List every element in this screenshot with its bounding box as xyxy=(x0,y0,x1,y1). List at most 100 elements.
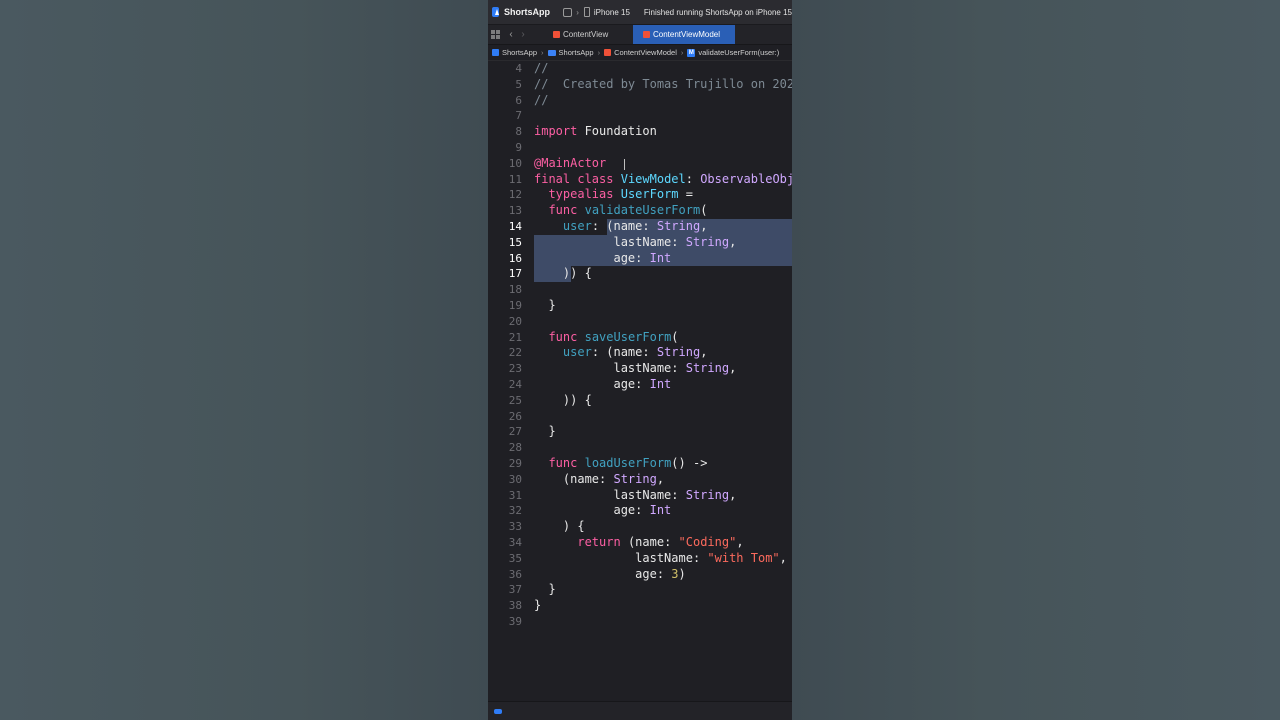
breadcrumb-file[interactable]: ContentViewModel xyxy=(604,48,677,57)
code-line[interactable]: 6 // xyxy=(488,93,792,109)
code-text: age: 3) xyxy=(534,567,686,583)
debug-area-toggle-icon[interactable] xyxy=(494,709,502,714)
code-token: saveUserForm xyxy=(584,329,672,344)
code-line[interactable]: 15 lastName: String, xyxy=(488,235,792,251)
code-line[interactable]: 9 xyxy=(488,140,792,156)
line-number: 28 xyxy=(508,441,522,455)
code-line[interactable]: 32 age: Int xyxy=(488,503,792,519)
line-number: 33 xyxy=(508,520,522,534)
code-line[interactable]: 33 ) { xyxy=(488,519,792,535)
code-line[interactable]: 38} xyxy=(488,598,792,614)
code-line[interactable]: 13 func validateUserForm( xyxy=(488,203,792,219)
code-token: validateUserForm xyxy=(584,203,701,218)
code-token: "with Tom" xyxy=(707,550,780,565)
code-token: String xyxy=(685,361,730,376)
back-arrow-icon[interactable]: ‹ xyxy=(505,29,517,40)
code-line[interactable]: 21 func saveUserForm( xyxy=(488,330,792,346)
line-number: 8 xyxy=(515,125,522,139)
code-text: // xyxy=(534,93,548,109)
code-line[interactable]: 26 xyxy=(488,409,792,425)
code-line[interactable]: 17 )) { xyxy=(488,266,792,282)
code-token: 3 xyxy=(671,566,679,581)
breadcrumb-symbol[interactable]: M validateUserForm(user:) xyxy=(687,48,779,57)
code-token: typealias xyxy=(548,187,614,202)
line-number: 15 xyxy=(508,235,522,249)
code-token: func xyxy=(548,456,578,470)
code-token: loadUserForm xyxy=(584,456,672,470)
code-token: : (name: xyxy=(591,219,657,233)
code-token: ( xyxy=(700,203,708,218)
code-line[interactable]: 34 return (name: "Coding", xyxy=(488,535,792,551)
code-line[interactable]: 19 } xyxy=(488,298,792,314)
code-token: final xyxy=(534,171,571,186)
line-number: 35 xyxy=(508,551,522,565)
swift-file-icon xyxy=(604,49,612,56)
line-number: 29 xyxy=(508,457,522,470)
code-line[interactable]: 37 } xyxy=(488,582,792,598)
tab-contentviewmodel[interactable]: ContentViewModel xyxy=(633,25,735,44)
code-token: class xyxy=(577,171,614,186)
code-line[interactable]: 39 xyxy=(488,614,792,630)
related-items-grid-icon[interactable] xyxy=(491,30,500,39)
code-line[interactable]: 14 user: (name: String, xyxy=(488,219,792,235)
code-line[interactable]: 11 final class ViewModel: ObservableObjec… xyxy=(488,172,792,188)
code-token: // xyxy=(534,61,549,75)
code-line[interactable]: 29 func loadUserForm() -> xyxy=(488,456,792,472)
code-token: age: xyxy=(534,250,650,265)
breadcrumb-symbol-label: validateUserForm(user:) xyxy=(698,48,780,57)
breadcrumb-project[interactable]: ShortsApp xyxy=(488,48,537,57)
code-token: lastName: xyxy=(534,234,686,249)
chevron-right-icon: › xyxy=(597,48,601,57)
code-line[interactable]: 30 (name: String, xyxy=(488,472,792,488)
run-destination[interactable]: › iPhone 15 xyxy=(563,7,644,17)
code-text: age: Int xyxy=(534,251,671,267)
code-text: } xyxy=(534,582,555,598)
code-line[interactable]: 8 import Foundation xyxy=(488,124,792,140)
code-line[interactable]: 25 )) { xyxy=(488,393,792,409)
tab-label: ContentView xyxy=(563,30,609,39)
code-line[interactable]: 12 typealias UserForm = xyxy=(488,187,792,203)
line-number: 25 xyxy=(508,393,522,407)
code-line[interactable]: 23 lastName: String, xyxy=(488,361,792,377)
code-token: : (name: xyxy=(591,345,657,360)
tab-contentview[interactable]: ContentView xyxy=(543,25,633,44)
code-line[interactable]: 7 xyxy=(488,108,792,124)
source-editor[interactable]: 4 // 5 // Created by Tomas Trujillo on 2024… xyxy=(488,61,792,701)
code-line[interactable]: 31 lastName: String, xyxy=(488,488,792,504)
background-right xyxy=(792,0,1280,720)
breadcrumb-project-label: ShortsApp xyxy=(502,48,538,57)
code-line[interactable]: 10 @MainActor xyxy=(488,156,792,172)
code-line[interactable]: 27 } xyxy=(488,424,792,440)
code-token: // Created by Tomas Trujillo on 2024 xyxy=(534,76,792,91)
breadcrumb-folder[interactable]: ShortsApp xyxy=(547,48,594,57)
activity-status: Finished running ShortsApp on iPhone 15 xyxy=(643,7,792,17)
code-line[interactable]: 24 age: Int xyxy=(488,377,792,393)
background-left xyxy=(0,0,488,720)
code-line[interactable]: 36 age: 3) xyxy=(488,567,792,583)
code-line[interactable]: 28 xyxy=(488,440,792,456)
code-line[interactable]: 22 user: (name: String, xyxy=(488,345,792,361)
code-token: user xyxy=(562,345,592,360)
code-token: Int xyxy=(649,377,672,391)
code-text: user: (name: String, xyxy=(534,345,708,361)
code-token: , xyxy=(779,550,787,565)
code-line[interactable]: 16 age: Int xyxy=(488,251,792,267)
project-icon xyxy=(492,49,499,56)
code-line[interactable]: 20 xyxy=(488,314,792,330)
code-line[interactable]: 18 xyxy=(488,282,792,298)
project-name[interactable]: ShortsApp xyxy=(504,7,563,17)
code-token: () -> xyxy=(671,456,708,470)
code-token: String xyxy=(685,234,730,249)
code-token: ViewModel xyxy=(620,171,686,186)
code-line[interactable]: 35 lastName: "with Tom", xyxy=(488,551,792,567)
code-token: import xyxy=(534,124,578,139)
code-line[interactable]: 4 // xyxy=(488,61,792,77)
line-number: 14 xyxy=(508,220,522,233)
forward-arrow-icon[interactable]: › xyxy=(517,29,529,40)
code-text: // xyxy=(534,61,548,77)
line-number: 10 xyxy=(508,156,522,170)
code-line[interactable]: 5 // Created by Tomas Trujillo on 2024 xyxy=(488,77,792,93)
